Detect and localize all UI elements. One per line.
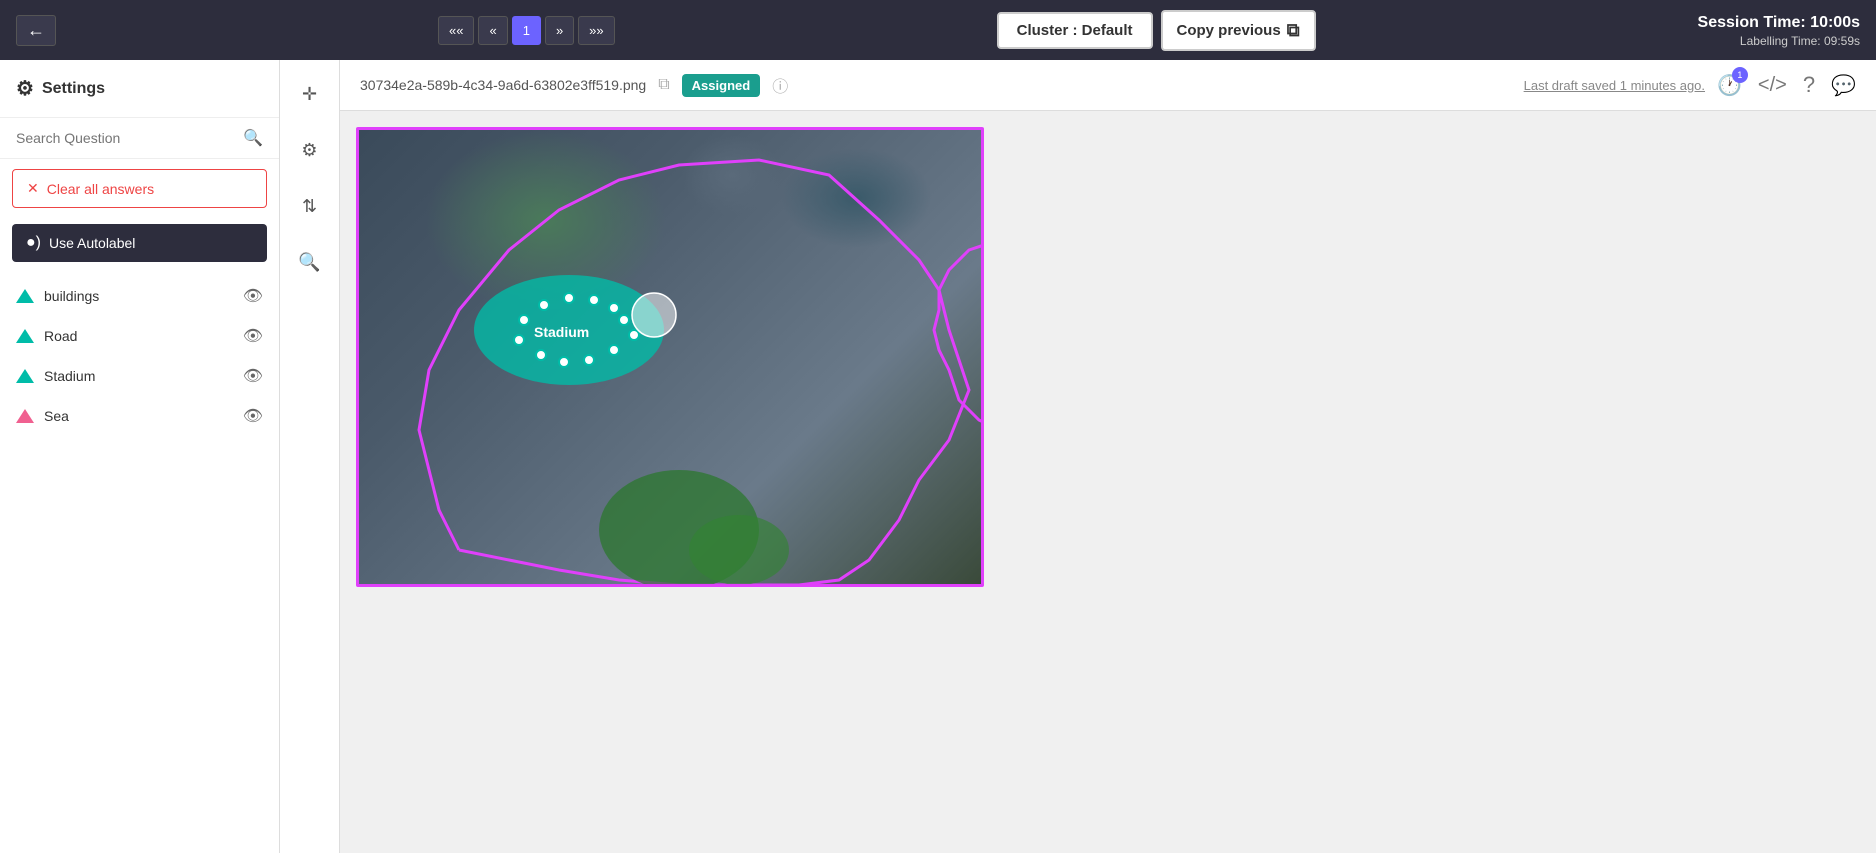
image-area: Stadium xyxy=(340,111,1876,853)
share-icon[interactable]: </> xyxy=(1758,74,1787,97)
prev-page-button[interactable]: « xyxy=(478,16,507,45)
label-name-buildings: buildings xyxy=(44,288,233,304)
main-layout: ⚙ Settings 🔍 ✕ Clear all answers ●) Use … xyxy=(0,60,1876,853)
settings-tool-button[interactable]: ⚙ xyxy=(292,132,328,168)
eye-icon-buildings[interactable]: 👁 xyxy=(243,286,263,306)
topbar-right: Session Time: 10:00s Labelling Time: 09:… xyxy=(1698,12,1860,48)
copy-prev-label: Copy previous xyxy=(1177,22,1281,39)
autolabel-icon: ●) xyxy=(26,234,41,252)
settings-section: ⚙ Settings xyxy=(0,60,279,118)
assigned-badge: Assigned xyxy=(682,74,761,97)
first-page-button[interactable]: «« xyxy=(438,16,474,45)
draft-saved: Last draft saved 1 minutes ago. xyxy=(1524,78,1705,93)
header-icons: 🕐 1 </> ? 💬 xyxy=(1717,72,1856,98)
autolabel-button[interactable]: ●) Use Autolabel xyxy=(12,224,267,262)
filename: 30734e2a-589b-4c34-9a6d-63802e3ff519.png xyxy=(360,77,646,93)
map-background: Stadium xyxy=(359,130,981,584)
topbar-left: ← xyxy=(16,15,56,46)
labelling-time: Labelling Time: 09:59s xyxy=(1698,34,1860,48)
history-icon[interactable]: 🕐 1 xyxy=(1717,73,1742,98)
file-header: 30734e2a-589b-4c34-9a6d-63802e3ff519.png… xyxy=(340,60,1876,111)
clear-answers-label: Clear all answers xyxy=(47,181,154,197)
crop-tool-button[interactable]: ⇅ xyxy=(292,188,328,224)
eye-icon-sea[interactable]: 👁 xyxy=(243,406,263,426)
current-page-button[interactable]: 1 xyxy=(512,16,541,45)
last-page-button[interactable]: »» xyxy=(578,16,614,45)
settings-label: Settings xyxy=(42,80,105,98)
help-icon[interactable]: ? xyxy=(1803,72,1815,98)
triangle-icon-road xyxy=(16,329,34,343)
eye-icon-stadium[interactable]: 👁 xyxy=(243,366,263,386)
triangle-icon-buildings xyxy=(16,289,34,303)
copy-file-icon[interactable]: ⧉ xyxy=(658,76,669,94)
topbar-center: «« « 1 » »» xyxy=(438,16,615,45)
label-list: buildings 👁 Road 👁 Stadium 👁 Sea 👁 xyxy=(0,268,279,853)
gear-icon: ⚙ xyxy=(16,76,34,101)
list-item[interactable]: Road 👁 xyxy=(0,316,279,356)
move-tool-button[interactable]: ✛ xyxy=(292,76,328,112)
info-icon[interactable]: ⓘ xyxy=(772,73,788,97)
zoom-tool-button[interactable]: 🔍 xyxy=(292,244,328,280)
search-input[interactable] xyxy=(16,130,243,146)
x-icon: ✕ xyxy=(27,180,39,197)
cluster-button[interactable]: Cluster : Default xyxy=(997,12,1153,49)
eye-icon-road[interactable]: 👁 xyxy=(243,326,263,346)
back-button[interactable]: ← xyxy=(16,15,56,46)
search-section: 🔍 xyxy=(0,118,279,159)
triangle-icon-sea xyxy=(16,409,34,423)
chat-icon[interactable]: 💬 xyxy=(1831,73,1856,98)
copy-icon: ⧉ xyxy=(1287,20,1300,41)
list-item[interactable]: Sea 👁 xyxy=(0,396,279,436)
label-name-road: Road xyxy=(44,328,233,344)
topbar: ← «« « 1 » »» Cluster : Default Copy pre… xyxy=(0,0,1876,60)
list-item[interactable]: buildings 👁 xyxy=(0,276,279,316)
search-icon: 🔍 xyxy=(243,128,263,148)
annotation-svg: Stadium xyxy=(359,130,984,587)
list-item[interactable]: Stadium 👁 xyxy=(0,356,279,396)
content-area: 30734e2a-589b-4c34-9a6d-63802e3ff519.png… xyxy=(340,60,1876,853)
next-page-button[interactable]: » xyxy=(545,16,574,45)
sidebar: ⚙ Settings 🔍 ✕ Clear all answers ●) Use … xyxy=(0,60,280,853)
tool-panel: ✛ ⚙ ⇅ 🔍 xyxy=(280,60,340,853)
clear-answers-button[interactable]: ✕ Clear all answers xyxy=(12,169,267,208)
notification-badge: 1 xyxy=(1732,67,1748,83)
session-time: Session Time: 10:00s xyxy=(1698,12,1860,34)
autolabel-label: Use Autolabel xyxy=(49,235,135,251)
stadium-label: Stadium xyxy=(534,324,589,340)
annotation-canvas: Stadium xyxy=(356,127,984,587)
label-name-stadium: Stadium xyxy=(44,368,233,384)
copy-previous-button[interactable]: Copy previous ⧉ xyxy=(1161,10,1316,51)
label-name-sea: Sea xyxy=(44,408,233,424)
triangle-icon-stadium xyxy=(16,369,34,383)
